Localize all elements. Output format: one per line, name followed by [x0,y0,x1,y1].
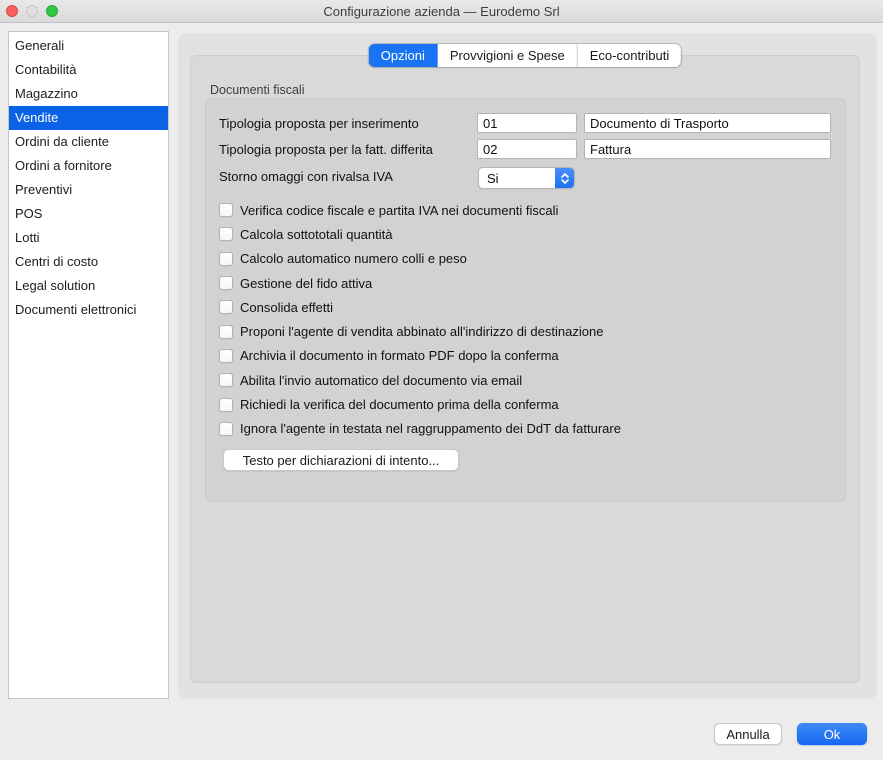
field-label: Tipologia proposta per la fatt. differit… [219,142,477,157]
checkbox[interactable] [219,276,233,290]
sidebar-item[interactable]: Ordini a fornitore [9,154,168,178]
popup-value: Si [487,170,499,188]
sidebar-item[interactable]: Centri di costo [9,250,168,274]
window-title: Configurazione azienda — Eurodemo Srl [0,4,883,19]
sidebar-item[interactable]: Preventivi [9,178,168,202]
sidebar-item[interactable]: Documenti elettronici [9,298,168,322]
storno-omaggi-label: Storno omaggi con rivalsa IVA [219,169,393,184]
tab[interactable]: Eco-contributi [578,44,681,67]
configurazione-azienda-window: Configurazione azienda — Eurodemo Srl Ge… [0,0,883,760]
dichiarazioni-intento-button[interactable]: Testo per dichiarazioni di intento... [223,449,459,471]
storno-omaggi-popup[interactable]: Si [478,167,575,189]
checkbox[interactable] [219,227,233,241]
tab-bar: Opzioni Provvigioni e Spese Eco-contribu… [369,44,681,67]
checkbox-label: Gestione del fido attiva [240,276,372,291]
group-title: Documenti fiscali [210,83,304,97]
sidebar-item[interactable]: Lotti [9,226,168,250]
checkbox[interactable] [219,252,233,266]
field-row: Tipologia proposta per inserimento [219,110,839,136]
checkbox-row[interactable]: Ignora l'agente in testata nel raggruppa… [219,417,844,441]
checkbox[interactable] [219,398,233,412]
sidebar-item[interactable]: Generali [9,34,168,58]
checkbox-label: Consolida effetti [240,300,333,315]
checkbox[interactable] [219,349,233,363]
description-input[interactable] [584,139,831,159]
titlebar[interactable]: Configurazione azienda — Eurodemo Srl [0,0,883,23]
code-input[interactable] [477,113,577,133]
sidebar-item[interactable]: Legal solution [9,274,168,298]
checkbox-row[interactable]: Proponi l'agente di vendita abbinato all… [219,319,844,343]
sidebar-item[interactable]: POS [9,202,168,226]
checkbox-label: Richiedi la verifica del documento prima… [240,397,559,412]
sidebar-item[interactable]: Magazzino [9,82,168,106]
checkbox-label: Calcolo automatico numero colli e peso [240,251,467,266]
checkbox[interactable] [219,422,233,436]
checkbox-row[interactable]: Calcola sottototali quantità [219,222,844,246]
annulla-button[interactable]: Annulla [714,723,782,745]
code-input[interactable] [477,139,577,159]
checkbox-row[interactable]: Calcolo automatico numero colli e peso [219,247,844,271]
sidebar-item[interactable]: Contabilità [9,58,168,82]
checkbox-label: Abilita l'invio automatico del documento… [240,373,522,388]
sidebar-item[interactable]: Ordini da cliente [9,130,168,154]
popup-chevrons-icon [555,168,574,188]
checkbox[interactable] [219,373,233,387]
field-row: Tipologia proposta per la fatt. differit… [219,136,839,162]
sidebar: Generali Contabilità Magazzino Vendite O… [8,31,169,699]
checkbox-label: Verifica codice fiscale e partita IVA ne… [240,203,558,218]
sidebar-item[interactable]: Vendite [9,106,168,130]
tab[interactable]: Provvigioni e Spese [438,44,578,67]
tab[interactable]: Opzioni [369,44,438,67]
checkbox-label: Calcola sottototali quantità [240,227,392,242]
checkbox-label: Proponi l'agente di vendita abbinato all… [240,324,603,339]
checkbox-row[interactable]: Gestione del fido attiva [219,271,844,295]
field-label: Tipologia proposta per inserimento [219,116,477,131]
checkbox[interactable] [219,203,233,217]
checkbox-label: Ignora l'agente in testata nel raggruppa… [240,421,621,436]
description-input[interactable] [584,113,831,133]
checkbox-label: Archivia il documento in formato PDF dop… [240,348,559,363]
checkbox-row[interactable]: Richiedi la verifica del documento prima… [219,392,844,416]
checkbox-row[interactable]: Consolida effetti [219,295,844,319]
checkbox-list: Verifica codice fiscale e partita IVA ne… [219,198,844,441]
checkbox[interactable] [219,300,233,314]
checkbox-row[interactable]: Verifica codice fiscale e partita IVA ne… [219,198,844,222]
checkbox[interactable] [219,325,233,339]
tipologia-field-rows: Tipologia proposta per inserimento Tipol… [219,110,839,162]
checkbox-row[interactable]: Abilita l'invio automatico del documento… [219,368,844,392]
ok-button[interactable]: Ok [797,723,867,745]
checkbox-row[interactable]: Archivia il documento in formato PDF dop… [219,344,844,368]
